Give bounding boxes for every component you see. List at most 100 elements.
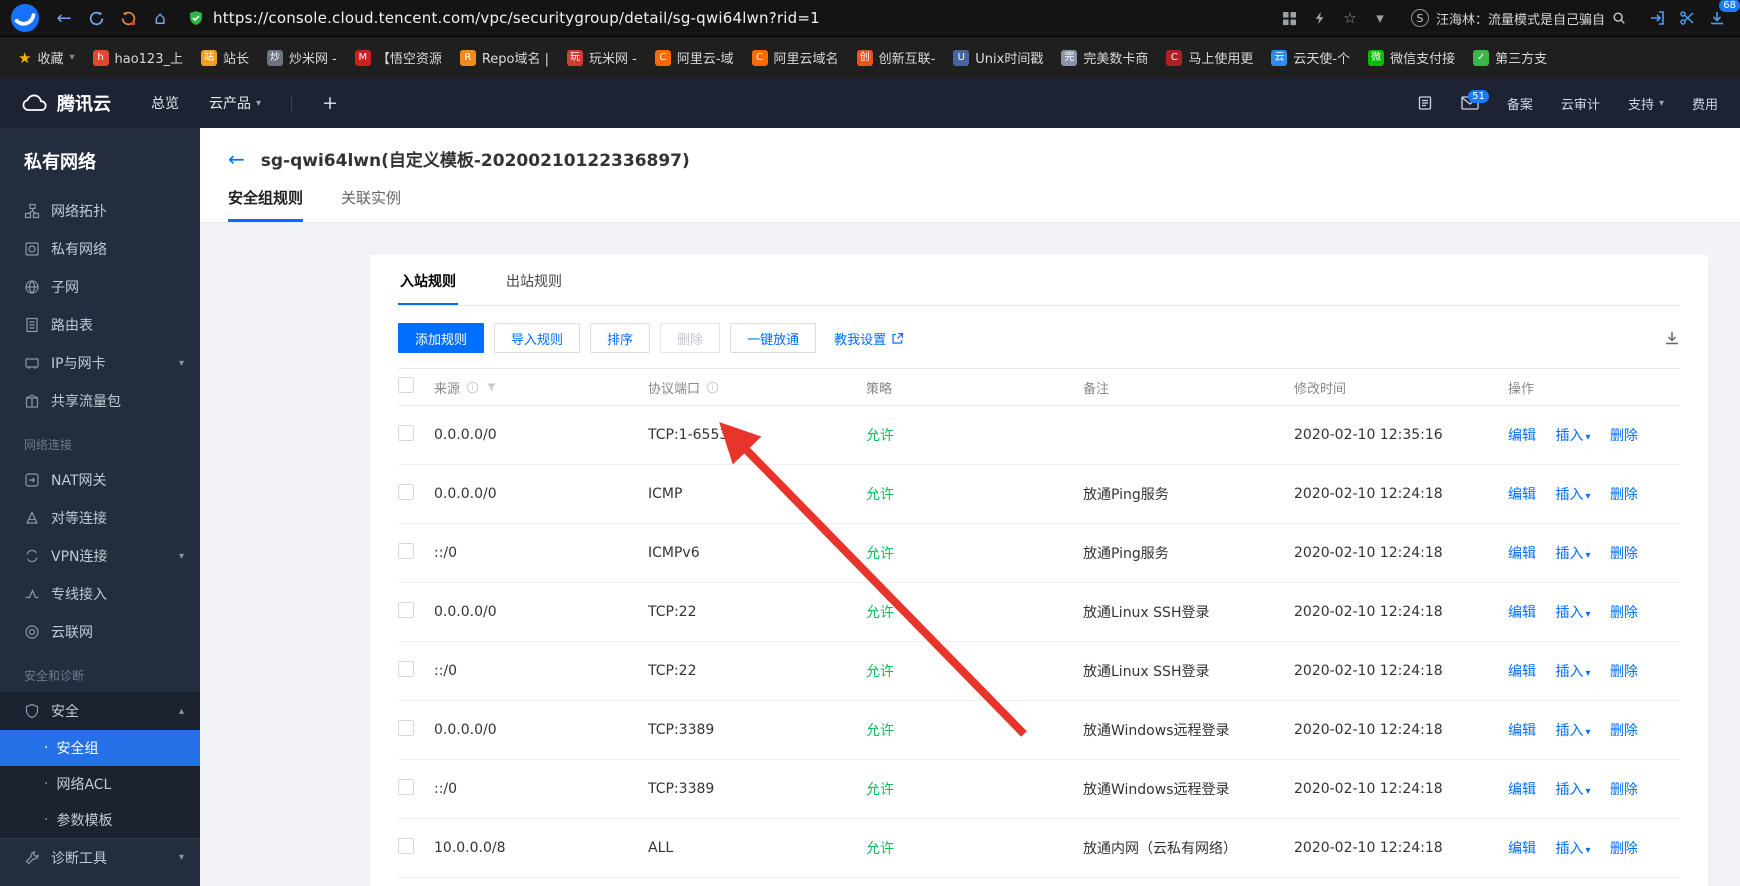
info-icon[interactable] [466,381,479,394]
bookmark-item[interactable]: C 阿里云-域 [647,44,742,71]
bookmark-item[interactable]: 完 完美数卡商 [1053,44,1156,71]
hot-search-widget[interactable]: S 汪海林：流量模式是自己骗自 [1401,6,1636,31]
row-checkbox[interactable] [398,720,414,736]
delete-rule-link[interactable]: 删除 [1610,782,1638,798]
bookmark-item[interactable]: U Unix时间戳 [945,44,1051,71]
edit-rule-link[interactable]: 编辑 [1508,605,1536,621]
sidebar-item-vpn[interactable]: VPN连接 ▾ [0,537,200,575]
row-checkbox[interactable] [398,543,414,559]
tab-associated-instances[interactable]: 关联实例 [341,187,401,222]
delete-rule-link[interactable]: 删除 [1610,487,1638,503]
back-to-list-button[interactable]: ← [228,149,245,169]
nav-billing[interactable]: 费用 [1692,94,1718,113]
nav-products[interactable]: 云产品 ▾ [209,93,261,113]
back-button[interactable]: ← [50,4,78,32]
sidebar-item-direct-connect[interactable]: 专线接入 [0,575,200,613]
bookmark-item[interactable]: C 阿里云域名 [744,44,847,71]
bookmark-item[interactable]: 炒 炒米网 - [259,44,345,71]
sidebar-item-subnet[interactable]: 子网 [0,268,200,306]
bookmark-item[interactable]: 创 创新互联- [849,44,944,71]
undo-button[interactable] [114,4,142,32]
import-rule-button[interactable]: 导入规则 [494,323,581,353]
insert-rule-link[interactable]: 插入 ▾ [1555,841,1590,857]
insert-rule-link[interactable]: 插入 ▾ [1555,487,1590,503]
add-rule-button[interactable]: 添加规则 [398,323,485,353]
row-checkbox[interactable] [398,779,414,795]
insert-rule-link[interactable]: 插入 ▾ [1555,664,1590,680]
sidebar-item-network-acl[interactable]: · 网络ACL [0,766,200,802]
bookmark-item[interactable]: 微 微信支付接 [1360,44,1463,71]
edit-rule-link[interactable]: 编辑 [1508,546,1536,562]
address-bar[interactable]: https://console.cloud.tencent.com/vpc/se… [188,9,820,27]
sidebar-item-peering[interactable]: 对等连接 [0,499,200,537]
insert-rule-link[interactable]: 插入 ▾ [1555,723,1590,739]
favorite-star-icon[interactable]: ☆ [1337,5,1363,31]
messages-icon[interactable]: 51 [1461,90,1489,110]
sidebar-item-network-topology[interactable]: 网络拓扑 [0,192,200,230]
apps-grid-icon[interactable] [1277,5,1303,31]
filter-funnel-icon[interactable] [485,381,498,394]
tencent-cloud-logo[interactable]: 腾讯云 [22,90,111,116]
row-checkbox[interactable] [398,484,414,500]
delete-rule-link[interactable]: 删除 [1610,664,1638,680]
lightning-icon[interactable] [1307,5,1333,31]
delete-rule-link[interactable]: 删除 [1610,841,1638,857]
sort-button[interactable]: 排序 [590,323,651,353]
sidebar-item-security[interactable]: 安全 ▴ [0,692,200,730]
open-all-ports-button[interactable]: 一键放通 [730,323,817,353]
sidebar-item-security-group[interactable]: · 安全组 [0,730,200,766]
info-icon[interactable] [706,381,719,394]
insert-rule-link[interactable]: 插入 ▾ [1555,605,1590,621]
insert-rule-link[interactable]: 插入 ▾ [1555,782,1590,798]
row-checkbox[interactable] [398,425,414,441]
sidebar-item-diagnostic-tools[interactable]: 诊断工具 ▾ [0,838,200,876]
bookmark-item[interactable]: ✓ 第三方支 [1465,44,1555,71]
download-rules-icon[interactable] [1664,330,1680,346]
bookmark-item[interactable]: R Repo域名 | [452,44,557,71]
refresh-button[interactable] [82,4,110,32]
sidebar-item-vpc[interactable]: 私有网络 [0,230,200,268]
nav-beian[interactable]: 备案 [1507,94,1533,113]
bookmark-item[interactable]: 站 站长 [193,44,257,71]
login-icon[interactable] [1644,5,1670,31]
edit-rule-link[interactable]: 编辑 [1508,428,1536,444]
edit-rule-link[interactable]: 编辑 [1508,487,1536,503]
delete-rule-link[interactable]: 删除 [1610,546,1638,562]
nav-support[interactable]: 支持 ▾ [1628,94,1664,113]
row-checkbox[interactable] [398,838,414,854]
edit-rule-link[interactable]: 编辑 [1508,664,1536,680]
sidebar-item-ip-nic[interactable]: IP与网卡 ▾ [0,344,200,382]
delete-button[interactable]: 删除 [660,323,721,353]
delete-rule-link[interactable]: 删除 [1610,428,1638,444]
teach-me-link[interactable]: 教我设置 [834,329,904,348]
sidebar-item-route-table[interactable]: 路由表 [0,306,200,344]
sidebar-item-parameter-template[interactable]: · 参数模板 [0,802,200,838]
toolbar-caret-icon[interactable]: ▾ [1367,5,1393,31]
bookmark-item[interactable]: C 马上使用更 [1158,44,1261,71]
sidebar-item-ccn[interactable]: 云联网 [0,613,200,651]
insert-rule-link[interactable]: 插入 ▾ [1555,546,1590,562]
home-button[interactable]: ⌂ [146,4,174,32]
select-all-checkbox[interactable] [398,377,414,393]
edit-rule-link[interactable]: 编辑 [1508,723,1536,739]
bookmark-item[interactable]: h hao123_上 [85,44,191,71]
sidebar-item-shared-traffic[interactable]: 共享流量包 [0,382,200,420]
insert-rule-link[interactable]: 插入 ▾ [1555,428,1590,444]
nav-add-shortcut-button[interactable]: + [322,92,338,114]
row-checkbox[interactable] [398,661,414,677]
bookmark-favorites[interactable]: ★ 收藏 ▾ [10,44,83,71]
tab-security-group-rules[interactable]: 安全组规则 [228,187,304,222]
edit-rule-link[interactable]: 编辑 [1508,841,1536,857]
nav-cloud-audit[interactable]: 云审计 [1561,94,1600,113]
tab-outbound-rules[interactable]: 出站规则 [504,255,564,305]
workorder-icon[interactable] [1417,95,1433,111]
download-manager-icon[interactable]: 68 [1704,0,1740,31]
tab-inbound-rules[interactable]: 入站规则 [398,255,458,305]
delete-rule-link[interactable]: 删除 [1610,723,1638,739]
row-checkbox[interactable] [398,602,414,618]
bookmark-item[interactable]: M 【悟空资源 [347,44,450,71]
sidebar-item-nat-gateway[interactable]: NAT网关 [0,461,200,499]
bookmark-item[interactable]: 玩 玩米网 - [559,44,645,71]
screenshot-scissors-icon[interactable] [1674,5,1700,31]
edit-rule-link[interactable]: 编辑 [1508,782,1536,798]
